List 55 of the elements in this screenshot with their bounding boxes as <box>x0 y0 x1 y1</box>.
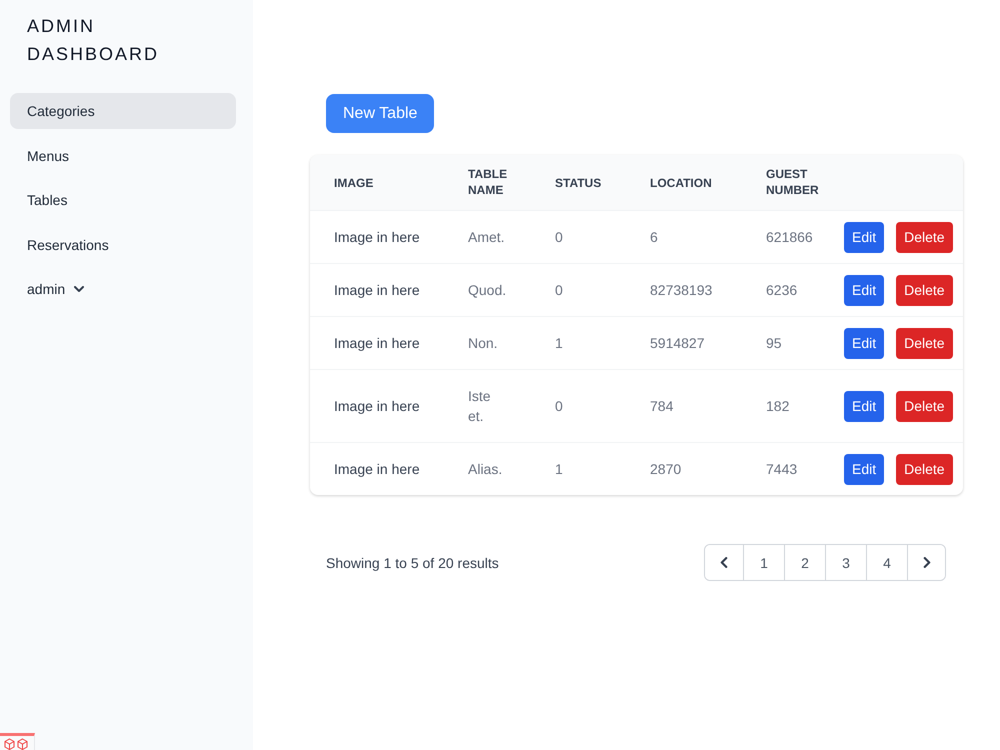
chevron-down-icon <box>74 286 84 292</box>
column-header: STATUS <box>555 174 602 190</box>
column-header: LOCATION <box>650 174 712 190</box>
table-cell-text: 95 <box>766 334 782 353</box>
table-cell-text: Image in here <box>334 397 420 416</box>
table-cell-text: Image in here <box>334 334 420 353</box>
table-cell-text: 0 <box>555 228 563 247</box>
table-cell-text: Image in here <box>334 228 420 247</box>
edit-button[interactable]: Edit <box>844 328 884 358</box>
delete-button[interactable]: Delete <box>896 222 953 252</box>
table-cell-text: 6236 <box>766 281 798 300</box>
column-header: TABLE NAME <box>468 166 508 198</box>
table-cell-text: 82738193 <box>650 281 712 300</box>
new-table-button[interactable]: New Table <box>326 94 434 133</box>
table-cell-text: 1 <box>555 334 563 353</box>
delete-button[interactable]: Delete <box>896 454 953 484</box>
edit-button[interactable]: Edit <box>844 274 884 306</box>
column-header: IMAGE <box>334 174 374 190</box>
table-cell-text: Non. <box>468 334 498 353</box>
table-cell-text: 0 <box>555 281 563 300</box>
table-cell-text: 6 <box>650 228 658 247</box>
debug-bar-tab[interactable] <box>0 733 35 750</box>
table-cell-text: 182 <box>766 397 790 416</box>
delete-button[interactable]: Delete <box>896 274 953 306</box>
table-cell-text: 2870 <box>650 460 682 479</box>
table-cell-text: Alias. <box>468 460 502 479</box>
chevron-right-icon <box>922 557 930 568</box>
nav-link[interactable]: Reservations <box>10 226 236 262</box>
app-title: ADMIN DASHBOARD <box>26 15 160 66</box>
nav-link[interactable]: Menus <box>10 138 236 174</box>
cube-icon <box>17 738 28 750</box>
column-header: GUEST NUMBER <box>766 166 820 198</box>
next-page-button[interactable] <box>907 545 945 580</box>
table-cell-text: 784 <box>650 397 674 416</box>
results-summary: Showing 1 to 5 of 20 results <box>326 554 499 570</box>
table-cell-text: 0 <box>555 397 563 416</box>
table-cell-text: 7443 <box>766 460 798 479</box>
table-cell-text: Image in here <box>334 460 420 479</box>
nav-link[interactable]: Tables <box>10 182 236 218</box>
table-cell-text: 621866 <box>766 228 813 247</box>
user-menu-button[interactable]: admin <box>10 271 236 307</box>
table-cell-text: Image in here <box>334 281 420 300</box>
cube-icon <box>4 738 15 750</box>
nav-link[interactable]: Categories <box>10 93 236 129</box>
table-cell-text: Amet. <box>468 228 505 247</box>
table-cell-text: 1 <box>555 460 563 479</box>
edit-button[interactable]: Edit <box>844 454 884 484</box>
edit-button[interactable]: Edit <box>844 222 884 252</box>
table-cell-text: Iste et. <box>468 387 492 426</box>
delete-button[interactable]: Delete <box>896 390 953 422</box>
table-cell-text: 5914827 <box>650 334 705 353</box>
table-cell-text: Quod. <box>468 281 506 300</box>
chevron-left-icon <box>720 557 728 568</box>
edit-button[interactable]: Edit <box>844 390 884 422</box>
delete-button[interactable]: Delete <box>896 328 953 358</box>
